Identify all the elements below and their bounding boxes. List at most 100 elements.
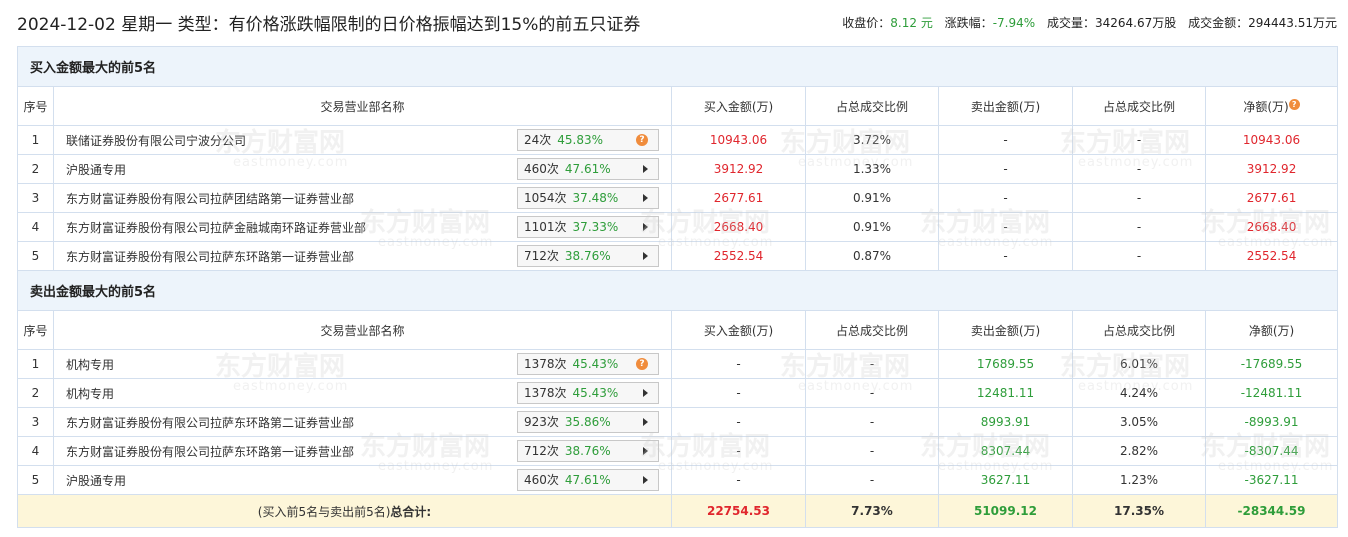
stats-badge[interactable]: 1101次 37.33% (517, 216, 659, 238)
branch-name[interactable]: 机构专用 (66, 358, 114, 372)
stats-badge[interactable]: 923次 35.86% (517, 411, 659, 433)
sell-ratio: 4.24% (1072, 378, 1206, 408)
expand-arrow-icon[interactable] (643, 194, 648, 202)
row-seq: 4 (17, 436, 54, 466)
expand-arrow-icon[interactable] (643, 447, 648, 455)
win-rate: 37.33% (572, 220, 619, 234)
total-label: (买入前5名与卖出前5名)总合计: (17, 494, 672, 528)
buy-amount: - (671, 436, 806, 466)
trade-count: 1054次 (524, 191, 567, 205)
table-row: 5 沪股通专用 460次 47.61% - -3627.11 1.23% -3627.11 (17, 465, 1339, 495)
stats-badge[interactable]: 1378次 45.43% (517, 382, 659, 404)
close-label: 收盘价： (842, 16, 891, 30)
stats-badge[interactable]: 24次 45.83%? (517, 129, 659, 151)
buy-column-headers: 序号 交易营业部名称 买入金额(万) 占总成交比例 卖出金额(万) 占总成交比例… (17, 86, 1339, 126)
table-row: 2 沪股通专用 460次 47.61% 3912.92 1.33% - -3912.92 (17, 154, 1339, 184)
sell-ratio: 6.01% (1072, 349, 1206, 379)
branch-cell: 东方财富证券股份有限公司拉萨东环路第一证券营业部 712次 38.76% (53, 436, 672, 466)
win-rate: 47.61% (564, 473, 611, 487)
branch-cell: 机构专用 1378次 45.43% (53, 378, 672, 408)
sell-amount: - (938, 183, 1073, 213)
col-net-label: 净额(万) (1243, 99, 1289, 114)
table-row: 3 东方财富证券股份有限公司拉萨团结路第一证券营业部 1054次 37.48% 2677… (17, 183, 1339, 213)
buy-amount: 2552.54 (671, 241, 806, 271)
sell-ratio: - (1072, 125, 1206, 155)
table-row: 1 机构专用 1378次 45.43%? - -17689.55 6.01% -17689.5… (17, 349, 1339, 379)
stats-badge[interactable]: 460次 47.61% (517, 469, 659, 491)
buy-ratio: 0.91% (805, 212, 939, 242)
col-sell-ratio: 占总成交比例 (1072, 86, 1206, 126)
buy-amount: 2677.61 (671, 183, 806, 213)
sell-amount: - (938, 212, 1073, 242)
win-rate: 45.43% (572, 357, 619, 371)
buy-ratio: 3.72% (805, 125, 939, 155)
sell-amount: 17689.55 (938, 349, 1073, 379)
change-value: -7.94% (992, 16, 1036, 30)
dragon-tiger-table-wrap: 买入金额最大的前5名 序号 交易营业部名称 买入金额(万) 占总成交比例 卖出金… (16, 46, 1339, 528)
col-sell: 卖出金额(万) (938, 310, 1073, 350)
expand-arrow-icon[interactable] (643, 418, 648, 426)
win-rate: 35.86% (564, 415, 611, 429)
stats-badge[interactable]: 1378次 45.43%? (517, 353, 659, 375)
branch-name[interactable]: 东方财富证券股份有限公司拉萨东环路第一证券营业部 (66, 445, 354, 459)
net-amount: 3912.92 (1204, 154, 1339, 184)
stats-badge[interactable]: 1054次 37.48% (517, 187, 659, 209)
buy-ratio: 0.87% (805, 241, 939, 271)
col-name: 交易营业部名称 (53, 310, 672, 350)
net-amount: 2677.61 (1204, 183, 1339, 213)
help-icon[interactable]: ? (636, 134, 648, 146)
expand-arrow-icon[interactable] (643, 476, 648, 484)
sell-ratio: 1.23% (1072, 465, 1206, 495)
trade-count: 460次 (524, 162, 559, 176)
buy-ratio: 1.33% (805, 154, 939, 184)
buy-amount: 2668.40 (671, 212, 806, 242)
net-amount: -12481.11 (1204, 378, 1339, 408)
branch-name[interactable]: 东方财富证券股份有限公司拉萨东环路第二证券营业部 (66, 416, 354, 430)
table-row: 2 机构专用 1378次 45.43% - -12481.11 4.24% -12481.11 (17, 378, 1339, 408)
col-buy: 买入金额(万) (671, 310, 806, 350)
branch-name[interactable]: 东方财富证券股份有限公司拉萨团结路第一证券营业部 (66, 192, 354, 206)
branch-name[interactable]: 联储证券股份有限公司宁波分公司 (66, 134, 246, 148)
branch-cell: 沪股通专用 460次 47.61% (53, 465, 672, 495)
sell-amount: 8307.44 (938, 436, 1073, 466)
buy-ratio: - (805, 407, 939, 437)
total-net: -28344.59 (1204, 494, 1339, 528)
table-row: 4 东方财富证券股份有限公司拉萨金融城南环路证券营业部 1101次 37.33% 266… (17, 212, 1339, 242)
close-value: 8.12 元 (890, 16, 933, 30)
expand-arrow-icon[interactable] (643, 389, 648, 397)
sell-section-title: 卖出金额最大的前5名 (16, 270, 1339, 311)
expand-arrow-icon[interactable] (643, 223, 648, 231)
branch-name[interactable]: 沪股通专用 (66, 474, 126, 488)
turnover-label: 成交金额： (1188, 16, 1249, 30)
buy-amount: 10943.06 (671, 125, 806, 155)
expand-arrow-icon[interactable] (643, 252, 648, 260)
branch-name[interactable]: 东方财富证券股份有限公司拉萨东环路第一证券营业部 (66, 250, 354, 264)
branch-name[interactable]: 机构专用 (66, 387, 114, 401)
branch-name[interactable]: 东方财富证券股份有限公司拉萨金融城南环路证券营业部 (66, 221, 366, 235)
help-icon[interactable]: ? (636, 358, 648, 370)
branch-name[interactable]: 沪股通专用 (66, 163, 126, 177)
sell-amount: - (938, 125, 1073, 155)
row-seq: 1 (17, 349, 54, 379)
row-seq: 5 (17, 465, 54, 495)
col-buy-ratio: 占总成交比例 (805, 86, 939, 126)
expand-arrow-icon[interactable] (643, 165, 648, 173)
volume-label: 成交量： (1046, 16, 1095, 30)
net-amount: -8993.91 (1204, 407, 1339, 437)
table-row: 3 东方财富证券股份有限公司拉萨东环路第二证券营业部 923次 35.86% - -899… (17, 407, 1339, 437)
stats-badge[interactable]: 712次 38.76% (517, 245, 659, 267)
sell-ratio: - (1072, 154, 1206, 184)
change-label: 涨跌幅： (944, 16, 993, 30)
total-sell: 51099.12 (938, 494, 1073, 528)
row-seq: 2 (17, 154, 54, 184)
sell-ratio: 2.82% (1072, 436, 1206, 466)
buy-amount: - (671, 407, 806, 437)
row-seq: 3 (17, 183, 54, 213)
dragon-tiger-table: 买入金额最大的前5名 序号 交易营业部名称 买入金额(万) 占总成交比例 卖出金… (16, 46, 1339, 528)
stats-badge[interactable]: 712次 38.76% (517, 440, 659, 462)
help-icon[interactable]: ? (1288, 98, 1300, 110)
stats-badge[interactable]: 460次 47.61% (517, 158, 659, 180)
total-label-bold: 总合计: (390, 504, 432, 519)
col-buy-ratio: 占总成交比例 (805, 310, 939, 350)
sell-column-headers: 序号 交易营业部名称 买入金额(万) 占总成交比例 卖出金额(万) 占总成交比例… (17, 310, 1339, 350)
